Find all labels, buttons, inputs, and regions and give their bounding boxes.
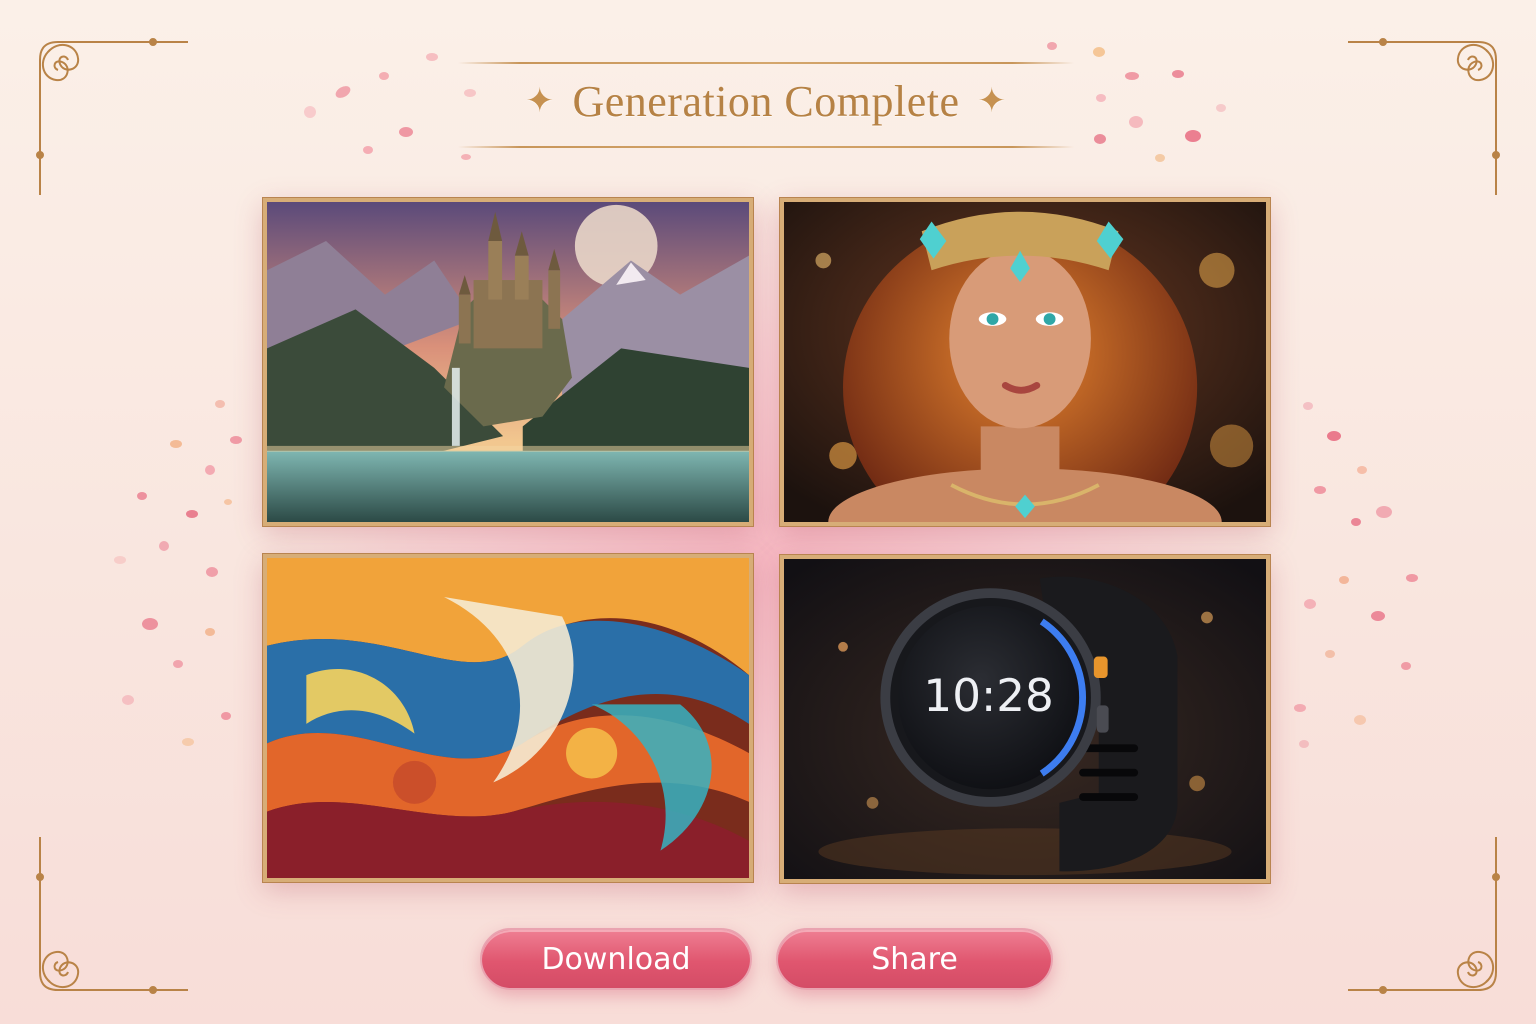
corner-ornament-bottom-left [36,837,188,994]
generated-image-portrait[interactable] [780,198,1270,526]
corner-ornament-top-right [1348,38,1500,195]
page-title: ✦ Generation Complete ✦ [458,76,1074,127]
woman-portrait-image [784,202,1266,522]
confetti-decoration [114,42,1418,748]
generated-image-abstract[interactable] [263,554,753,882]
generated-image-smartwatch[interactable]: 10:28 [780,555,1270,883]
sparkle-icon: ✦ [977,83,1007,120]
corner-ornament-bottom-right [1348,837,1500,994]
generated-image-castle[interactable] [263,198,753,526]
share-button-label: Share [871,941,958,977]
title-rule-bottom [458,146,1074,148]
castle-landscape-image [267,202,749,522]
download-button-label: Download [541,941,691,977]
title-rule-top [458,62,1074,64]
corner-ornament-top-left [36,38,188,195]
smartwatch-image: 10:28 [784,559,1266,879]
share-button[interactable]: Share [776,928,1053,990]
page-title-text: Generation Complete [572,77,960,126]
watch-time: 10:28 [923,669,1053,722]
abstract-swirl-image [267,558,749,878]
sparkle-icon: ✦ [525,83,555,120]
title-banner: ✦ Generation Complete ✦ [458,60,1074,150]
download-button[interactable]: Download [480,928,752,990]
